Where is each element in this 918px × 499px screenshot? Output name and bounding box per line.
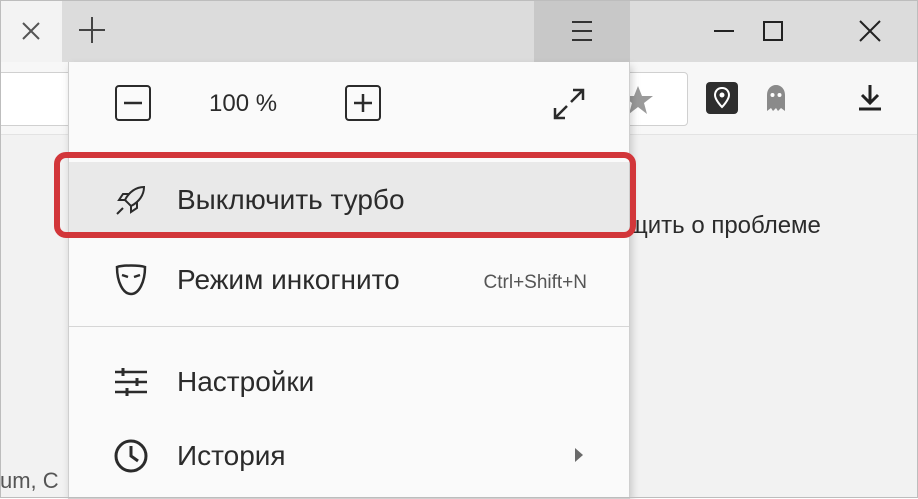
submenu-arrow-icon xyxy=(575,448,583,462)
zoom-row: 100 % xyxy=(69,62,629,148)
menu-item-history[interactable]: История xyxy=(69,418,629,494)
menu-item-settings[interactable]: Настройки xyxy=(69,344,629,420)
tab-bar xyxy=(0,0,918,62)
fullscreen-icon[interactable] xyxy=(551,86,587,122)
close-icon[interactable] xyxy=(18,18,44,44)
menu-item-label: Режим инкогнито xyxy=(177,264,400,295)
zoom-level: 100 % xyxy=(209,90,278,117)
menu-item-label: Настройки xyxy=(177,366,315,397)
zoom-in-button[interactable] xyxy=(345,85,381,121)
menu-divider xyxy=(69,326,629,327)
menu-item-incognito[interactable]: Режим инкогнито Ctrl+Shift+N xyxy=(69,242,629,318)
page-text-snippet: um, C xyxy=(0,468,59,493)
report-problem-link[interactable]: щить о проблеме xyxy=(628,212,821,240)
mask-icon xyxy=(115,264,147,296)
menu-button[interactable] xyxy=(534,0,630,62)
zoom-out-button[interactable] xyxy=(115,85,151,121)
hamburger-icon xyxy=(572,21,592,41)
tab[interactable] xyxy=(0,0,62,62)
maximize-icon[interactable] xyxy=(724,0,820,62)
sliders-icon xyxy=(115,368,147,396)
shortcut-label: Ctrl+Shift+N xyxy=(483,272,587,293)
window-close-icon[interactable] xyxy=(822,0,918,62)
clock-icon xyxy=(114,439,148,473)
minus-icon xyxy=(124,101,142,105)
map-pin-icon[interactable] xyxy=(702,78,742,118)
download-icon[interactable] xyxy=(850,78,890,118)
ghost-icon[interactable] xyxy=(756,78,796,118)
menu-item-label: История xyxy=(177,440,286,471)
main-menu: 100 % Выключить турбо Режим инкогнито Ct… xyxy=(68,62,630,499)
highlight-box xyxy=(54,152,636,238)
plus-icon[interactable] xyxy=(76,14,108,46)
plus-icon xyxy=(354,94,372,112)
